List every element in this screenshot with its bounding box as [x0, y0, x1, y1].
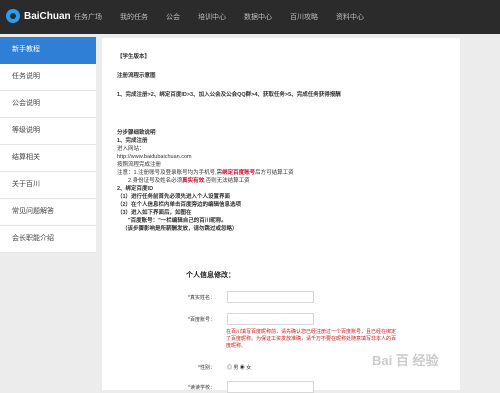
step2-item-4: "百度账号："一栏编辑自己的百川昵称。: [128, 218, 227, 224]
step1-title: 1、完成注册: [117, 138, 148, 144]
sidebar-item-guild-info[interactable]: 公会说明: [0, 91, 96, 118]
baichuan-logo-icon: [6, 9, 20, 23]
step2-title: 2、绑定百度ID: [117, 186, 154, 192]
real-name-label: *真实姓名：: [188, 295, 215, 301]
flow-title: 注册流程示意图: [117, 73, 156, 79]
nav-resource-center[interactable]: 资料中心: [336, 12, 364, 22]
note-2: 2.身份证号及姓名必须真实有效,否则无法结算工资: [128, 178, 250, 184]
baidu-jingyan-watermark: Bai 百 经验: [372, 353, 439, 368]
gender-label: *性别：: [198, 365, 215, 371]
step-section-title: 分步骤细致说明: [117, 130, 156, 136]
sidebar-item-task-info[interactable]: 任务说明: [0, 64, 96, 91]
sidebar-item-about[interactable]: 关于百川: [0, 172, 96, 199]
top-navigation-bar: BaiChuan 任务广场 我的任务 公会 培训中心 数据中心 百川攻略 资料中…: [0, 0, 500, 34]
sidebar-item-faq[interactable]: 常见问题解答: [0, 199, 96, 226]
step1-url[interactable]: http://www.baidubaichuan.com: [117, 153, 192, 161]
gender-radio[interactable]: ◎ 男 ◉ 女: [227, 364, 251, 371]
sidebar: 新手教程 任务说明 公会说明 等级说明 结算相关 关于百川 常见问题解答 会长职…: [0, 37, 96, 253]
step2-item-3: （3）进入如下界面后，如图在: [117, 210, 192, 216]
step2-item-2: （2）在个人信息栏内单击百度旁边的编辑信息选项: [117, 202, 242, 208]
nav-data-center[interactable]: 数据中心: [244, 12, 272, 22]
logo-text: BaiChuan: [24, 10, 71, 22]
baidu-account-note: 在百川填写百度昵称前，请先确认您已经注册过一个百度账号，且已经在绑定了百度昵称。…: [226, 329, 397, 349]
note-1: 注意：1.注册账号及登录账号均为手机号,需绑定百度账号后方可结算工资: [117, 170, 294, 176]
school-input[interactable]: [227, 381, 314, 393]
step2-item-5: （该步骤影响是所薪酬发放，请勿跳过或忽略）: [122, 226, 238, 232]
nav-my-tasks[interactable]: 我的任务: [120, 12, 148, 22]
sidebar-item-settlement[interactable]: 结算相关: [0, 145, 96, 172]
step2-item-1: （1）进行任务前首先必须先进入个人设置界面: [117, 194, 231, 200]
tutorial-content: 【学生版本】 注册流程示意图 1、完成注册>2、绑定百度ID>3、加入公会及公会…: [102, 38, 460, 393]
flow-steps: 1、完成注册>2、绑定百度ID>3、加入公会及公会QQ群>4、获取任务>5、完成…: [117, 92, 341, 98]
nav-guild[interactable]: 公会: [166, 12, 180, 22]
nav-task-square[interactable]: 任务广场: [74, 12, 102, 22]
main-nav: 任务广场 我的任务 公会 培训中心 数据中心 百川攻略 资料中心: [74, 0, 382, 34]
logo[interactable]: BaiChuan: [6, 9, 71, 23]
nav-baichuan-guide[interactable]: 百川攻略: [290, 12, 318, 22]
form-title: 个人信息修改：: [186, 272, 235, 279]
baidu-account-input[interactable]: [227, 313, 314, 325]
sidebar-item-beginner-tutorial[interactable]: 新手教程: [0, 37, 96, 64]
step1-enter-site: 进入网站：: [117, 146, 145, 152]
baidu-account-label: *百度账号：: [188, 317, 215, 323]
step1-follow: 按照流程完成注册: [117, 162, 162, 168]
version-label: 【学生版本】: [117, 54, 151, 60]
real-name-input[interactable]: [227, 291, 314, 303]
nav-training-center[interactable]: 培训中心: [198, 12, 226, 22]
sidebar-item-level-info[interactable]: 等级说明: [0, 118, 96, 145]
sidebar-item-president-intro[interactable]: 会长职能介绍: [0, 226, 96, 253]
